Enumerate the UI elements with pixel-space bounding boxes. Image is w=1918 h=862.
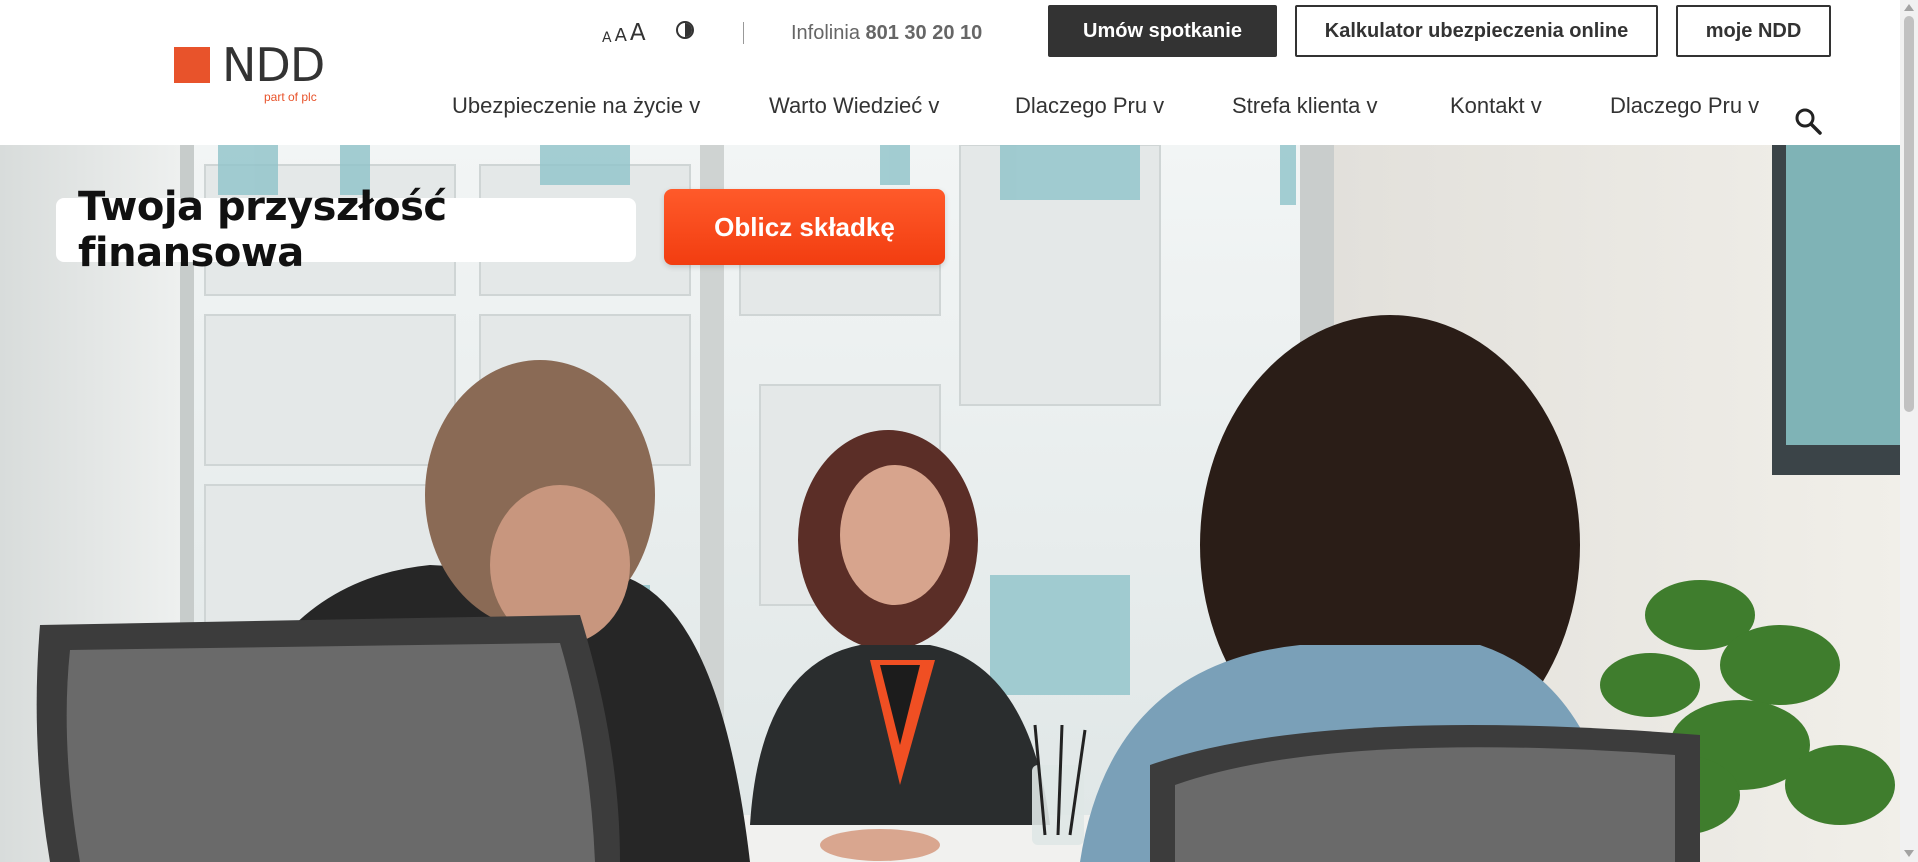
logo-text: NDD	[222, 38, 325, 92]
page: NDD part of plc A A A Infolinia 801 30 2…	[0, 0, 1900, 862]
insurance-calculator-button[interactable]: Kalkulator ubezpieczenia online	[1295, 5, 1658, 57]
logo-subtitle: part of plc	[264, 90, 317, 104]
account-button[interactable]: moje NDD	[1676, 5, 1831, 57]
font-size-medium-button[interactable]: A	[615, 25, 627, 46]
logo[interactable]: NDD part of plc	[174, 38, 344, 110]
site-header: NDD part of plc A A A Infolinia 801 30 2…	[0, 0, 1900, 145]
contrast-icon[interactable]	[676, 21, 694, 39]
search-icon[interactable]	[1794, 107, 1822, 135]
hero-banner: Twoja przyszłość finansowa Oblicz składk…	[0, 145, 1900, 862]
nav-item-client-zone[interactable]: Strefa klienta v	[1232, 93, 1378, 119]
nav-item-why-pru[interactable]: Dlaczego Pru v	[1015, 93, 1164, 119]
book-meeting-button[interactable]: Umów spotkanie	[1048, 5, 1277, 57]
hotline-number[interactable]: 801 30 20 10	[866, 22, 983, 44]
hotline: Infolinia 801 30 20 10	[791, 22, 982, 45]
font-size-controls: A A A	[602, 20, 646, 46]
font-size-large-button[interactable]: A	[630, 20, 646, 46]
scroll-down-arrow-icon[interactable]	[1904, 850, 1914, 857]
scroll-up-arrow-icon[interactable]	[1904, 4, 1914, 11]
scrollbar-thumb[interactable]	[1904, 16, 1914, 412]
nav-item-worth-knowing[interactable]: Warto Wiedzieć v	[769, 93, 939, 119]
nav-item-contact[interactable]: Kontakt v	[1450, 93, 1542, 119]
logo-square-icon	[174, 47, 210, 83]
calculate-premium-button[interactable]: Oblicz składkę	[664, 189, 945, 265]
nav-item-why-pru-2[interactable]: Dlaczego Pru v	[1610, 93, 1759, 119]
font-size-small-button[interactable]: A	[602, 30, 612, 46]
hero-title-box: Twoja przyszłość finansowa	[56, 184, 636, 276]
divider	[743, 22, 744, 44]
scrollbar[interactable]	[1900, 0, 1918, 862]
hotline-label: Infolinia	[791, 22, 860, 44]
nav-item-life-insurance[interactable]: Ubezpieczenie na życie v	[452, 93, 700, 119]
hero-title: Twoja przyszłość finansowa	[78, 184, 447, 276]
